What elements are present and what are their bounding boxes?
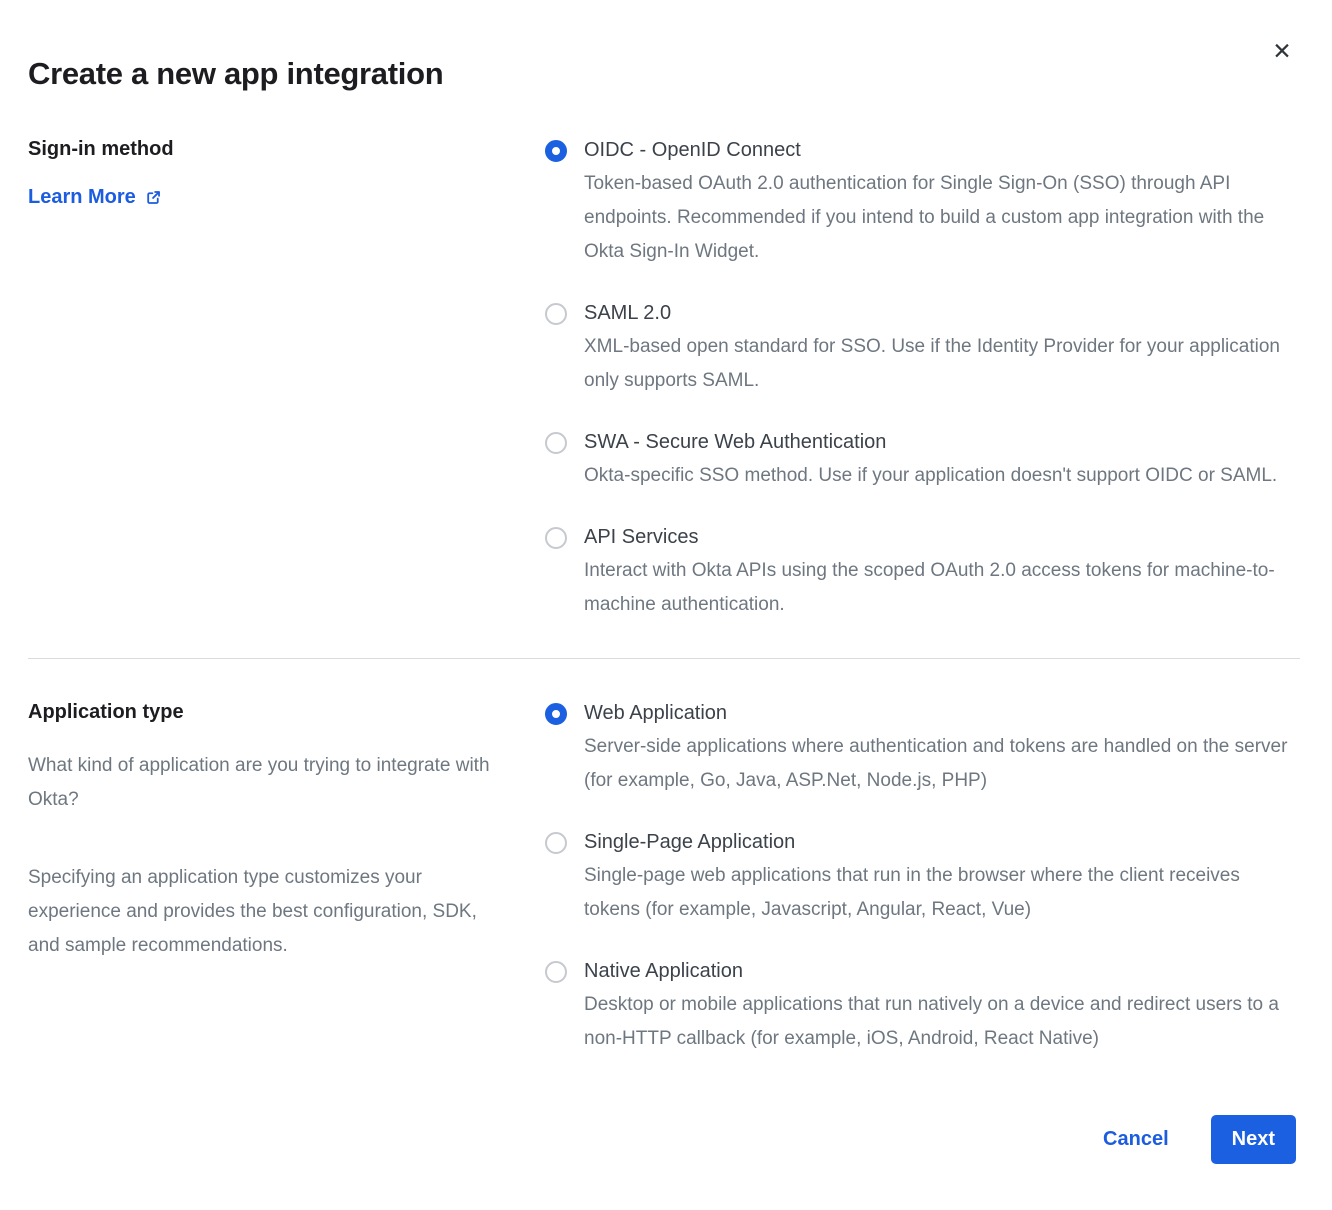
application-type-heading: Application type (28, 699, 517, 725)
section-divider (28, 658, 1300, 659)
apptype-option-label: Native Application (584, 957, 1296, 985)
learn-more-label: Learn More (28, 186, 136, 209)
apptype-option-native[interactable]: Native Application Desktop or mobile app… (545, 957, 1296, 1056)
signin-option-api-services[interactable]: API Services Interact with Okta APIs usi… (545, 523, 1296, 622)
radio-oidc[interactable] (545, 140, 567, 162)
radio-swa[interactable] (545, 432, 567, 454)
apptype-option-web[interactable]: Web Application Server-side applications… (545, 699, 1296, 798)
apptype-left-column: Application type What kind of applicatio… (28, 699, 517, 1056)
signin-option-description: Token-based OAuth 2.0 authentication for… (584, 167, 1296, 269)
apptype-option-description: Server-side applications where authentic… (584, 730, 1296, 798)
signin-method-heading: Sign-in method (28, 136, 517, 162)
signin-option-label: API Services (584, 523, 1296, 551)
signin-option-swa[interactable]: SWA - Secure Web Authentication Okta-spe… (545, 428, 1296, 493)
signin-option-label: SAML 2.0 (584, 299, 1296, 327)
apptype-option-description: Single-page web applications that run in… (584, 859, 1296, 927)
close-icon[interactable]: ✕ (1266, 36, 1298, 68)
signin-option-description: Interact with Okta APIs using the scoped… (584, 554, 1296, 622)
apptype-option-spa[interactable]: Single-Page Application Single-page web … (545, 828, 1296, 927)
signin-option-oidc[interactable]: OIDC - OpenID Connect Token-based OAuth … (545, 136, 1296, 269)
apptype-option-description: Desktop or mobile applications that run … (584, 988, 1296, 1056)
signin-option-label: SWA - Secure Web Authentication (584, 428, 1277, 456)
application-type-note: Specifying an application type customize… (28, 861, 508, 963)
signin-option-label: OIDC - OpenID Connect (584, 136, 1296, 164)
radio-single-page-application[interactable] (545, 832, 567, 854)
learn-more-link[interactable]: Learn More (28, 186, 162, 209)
dialog-footer: Cancel Next (1103, 1115, 1296, 1164)
application-type-section: Application type What kind of applicatio… (0, 699, 1332, 1056)
radio-native-application[interactable] (545, 961, 567, 983)
page-title: Create a new app integration (0, 0, 1332, 92)
signin-option-description: XML-based open standard for SSO. Use if … (584, 330, 1296, 398)
apptype-option-label: Web Application (584, 699, 1296, 727)
apptype-options-group: Web Application Server-side applications… (545, 699, 1296, 1056)
radio-web-application[interactable] (545, 703, 567, 725)
next-button[interactable]: Next (1211, 1115, 1296, 1164)
signin-left-column: Sign-in method Learn More (28, 136, 517, 622)
external-link-icon (145, 189, 162, 206)
signin-option-description: Okta-specific SSO method. Use if your ap… (584, 459, 1277, 493)
signin-option-saml[interactable]: SAML 2.0 XML-based open standard for SSO… (545, 299, 1296, 398)
application-type-question: What kind of application are you trying … (28, 749, 508, 817)
signin-method-section: Sign-in method Learn More OIDC - OpenID … (0, 136, 1332, 622)
apptype-option-label: Single-Page Application (584, 828, 1296, 856)
radio-saml[interactable] (545, 303, 567, 325)
cancel-button[interactable]: Cancel (1103, 1128, 1169, 1151)
signin-options-group: OIDC - OpenID Connect Token-based OAuth … (545, 136, 1296, 622)
radio-api-services[interactable] (545, 527, 567, 549)
